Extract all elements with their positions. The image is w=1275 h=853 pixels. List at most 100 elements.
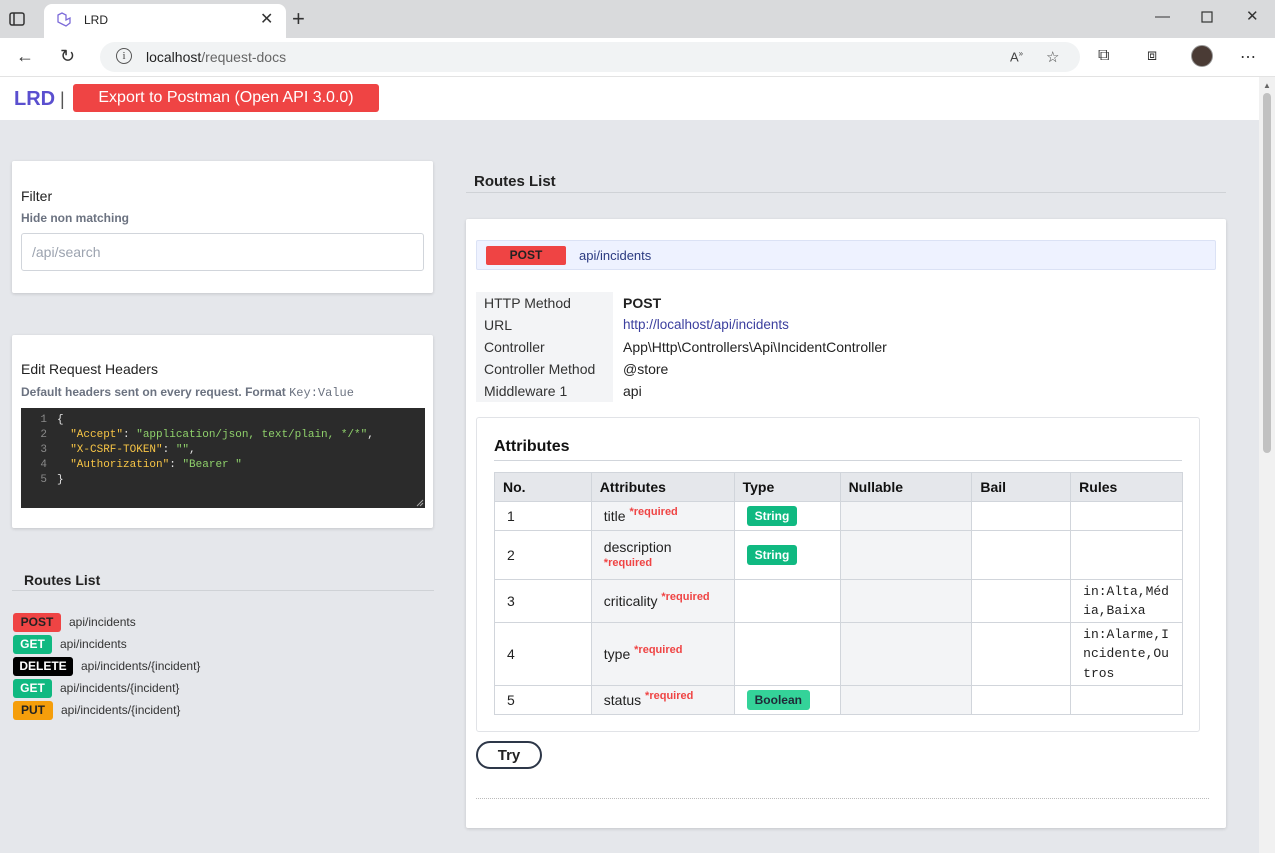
info-value: App\Http\Controllers\Api\IncidentControl… <box>623 339 887 355</box>
method-badge-put: PUT <box>13 701 53 720</box>
profile-avatar[interactable] <box>1191 45 1213 67</box>
url-field[interactable]: i localhost/request-docs A» ☆ <box>100 42 1080 72</box>
main-divider <box>466 192 1226 193</box>
settings-more-icon[interactable]: ⋯ <box>1240 47 1256 67</box>
column-header: Nullable <box>839 472 973 502</box>
column-header: Attributes <box>590 472 735 502</box>
row-number: 5 <box>494 685 592 715</box>
filter-search-input[interactable] <box>21 233 424 271</box>
column-header: Bail <box>971 472 1072 502</box>
info-label: Controller <box>476 336 613 358</box>
extensions-icon[interactable]: ⧉ <box>1098 47 1109 65</box>
route-url-link[interactable]: http://localhost/api/incidents <box>623 314 789 336</box>
brand-logo[interactable]: LRD <box>14 88 55 111</box>
bail-cell <box>971 622 1072 686</box>
rules-cell <box>1070 530 1183 580</box>
column-header: Type <box>733 472 841 502</box>
route-path: api/incidents/{incident} <box>61 703 181 717</box>
browser-tab[interactable]: LRD ✕ <box>44 4 286 38</box>
route-header[interactable]: POST api/incidents <box>476 240 1216 270</box>
top-navbar: LRD | Export to Postman (Open API 3.0.0) <box>0 77 1259 120</box>
rules-cell <box>1070 501 1183 531</box>
bail-cell <box>971 579 1072 623</box>
new-tab-icon[interactable]: + <box>292 8 305 30</box>
method-badge-get: GET <box>13 635 52 654</box>
address-bar: ← ↻ i localhost/request-docs A» ☆ ⧉ ⧈ ⋯ <box>0 38 1275 77</box>
sidebar-routes-title: Routes List <box>24 572 101 588</box>
tab-actions-icon[interactable] <box>8 10 26 28</box>
type-cell: Boolean <box>733 685 841 715</box>
resize-handle-icon[interactable] <box>416 499 424 507</box>
column-header: No. <box>494 472 592 502</box>
attribute-name-cell: criticality *required <box>590 579 735 623</box>
method-badge-delete: DELETE <box>13 657 73 676</box>
info-row-controller-method: Controller Method @store <box>476 358 1216 380</box>
route-header-path: api/incidents <box>579 248 652 263</box>
headers-editor-card: Edit Request Headers Default headers sen… <box>12 335 433 528</box>
table-row: 4 type *required in:Alarme,Incidente,Out… <box>494 622 1183 686</box>
table-row: 5 status *required Boolean <box>494 685 1183 715</box>
column-header: Rules <box>1070 472 1183 502</box>
maximize-icon[interactable] <box>1201 11 1213 23</box>
attribute-name-cell: description *required <box>590 530 735 580</box>
table-header-row: No. Attributes Type Nullable Bail Rules <box>494 472 1183 502</box>
bail-cell <box>971 530 1072 580</box>
route-path: api/incidents <box>69 615 136 629</box>
window-close-icon[interactable]: ✕ <box>1246 8 1259 26</box>
headers-editor-subtitle: Default headers sent on every request. F… <box>21 385 354 400</box>
rules-cell: in:Alta,Média,Baixa <box>1070 579 1183 623</box>
read-aloud-icon[interactable]: A» <box>1010 49 1023 64</box>
laravel-favicon-icon <box>57 12 71 27</box>
rules-cell: in:Alarme,Incidente,Outros <box>1070 622 1183 686</box>
site-info-icon[interactable]: i <box>116 48 132 64</box>
tab-close-icon[interactable]: ✕ <box>260 12 273 28</box>
nullable-cell <box>839 685 973 715</box>
route-path: api/incidents <box>60 637 127 651</box>
attributes-table: No. Attributes Type Nullable Bail Rules … <box>494 472 1183 715</box>
info-label: Controller Method <box>476 358 613 380</box>
attributes-title: Attributes <box>494 438 570 455</box>
info-row-middleware: Middleware 1 api <box>476 380 1216 402</box>
info-value: @store <box>623 361 669 377</box>
bail-cell <box>971 501 1072 531</box>
collections-icon[interactable]: ⧈ <box>1147 47 1157 65</box>
route-detail-card: POST api/incidents HTTP Method POST URL … <box>466 219 1226 828</box>
type-cell <box>733 622 841 686</box>
back-icon[interactable]: ← <box>16 46 34 66</box>
headers-code-editor[interactable]: 1{ 2 "Accept": "application/json, text/p… <box>21 408 425 508</box>
row-number: 4 <box>494 622 592 686</box>
attributes-divider <box>494 460 1182 461</box>
brand-separator: | <box>60 89 65 109</box>
try-button[interactable]: Try <box>476 741 542 769</box>
type-badge-string: String <box>746 545 798 565</box>
type-cell: String <box>733 501 841 531</box>
row-number: 2 <box>494 530 592 580</box>
attribute-name-cell: status *required <box>590 685 735 715</box>
attribute-name-cell: type *required <box>590 622 735 686</box>
card-bottom-divider <box>476 798 1209 799</box>
bail-cell <box>971 685 1072 715</box>
row-number: 3 <box>494 579 592 623</box>
favorites-add-icon[interactable]: ☆ <box>1046 48 1059 66</box>
row-number: 1 <box>494 501 592 531</box>
export-postman-button[interactable]: Export to Postman (Open API 3.0.0) <box>73 84 379 112</box>
url-text: localhost/request-docs <box>146 49 287 65</box>
scrollbar-thumb[interactable] <box>1263 93 1271 453</box>
type-badge-boolean: Boolean <box>746 690 810 710</box>
info-row-http-method: HTTP Method POST <box>476 292 1216 314</box>
tab-title: LRD <box>84 13 109 27</box>
browser-tab-bar: LRD ✕ + — ✕ <box>0 0 1275 38</box>
reload-icon[interactable]: ↻ <box>60 46 75 66</box>
minimize-icon[interactable]: — <box>1155 8 1170 26</box>
route-path: api/incidents/{incident} <box>60 681 180 695</box>
type-cell <box>733 579 841 623</box>
main-routes-title: Routes List <box>474 173 556 190</box>
info-row-controller: Controller App\Http\Controllers\Api\Inci… <box>476 336 1216 358</box>
page-viewport: LRD | Export to Postman (Open API 3.0.0)… <box>0 77 1259 853</box>
page-scrollbar[interactable]: ▲ <box>1259 77 1275 853</box>
table-row: 3 criticality *required in:Alta,Média,Ba… <box>494 579 1183 623</box>
nullable-cell <box>839 579 973 623</box>
scroll-up-arrow-icon[interactable]: ▲ <box>1263 81 1271 90</box>
filter-card: Filter Hide non matching <box>12 161 433 293</box>
method-badge-post: POST <box>486 246 566 265</box>
